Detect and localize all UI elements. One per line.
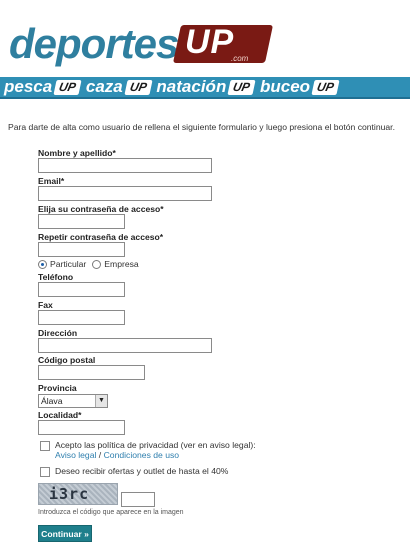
intro-text: Para darte de alta como usuario de relle… — [8, 122, 395, 132]
banner-up-badge: UP — [227, 79, 256, 95]
password-field[interactable] — [38, 214, 125, 229]
privacy-links: Aviso legal / Condiciones de uso — [55, 450, 256, 460]
banner-up-badge: UP — [311, 79, 340, 95]
banner-item-natacion[interactable]: natación UP — [156, 77, 256, 97]
province-label: Provincia — [38, 383, 77, 393]
privacy-text-block: Acepto las política de privacidad (ver e… — [55, 440, 256, 460]
address-label: Dirección — [38, 328, 78, 338]
email-label: Email* — [38, 176, 65, 186]
banner-word: pesca — [4, 77, 53, 96]
password-repeat-label: Repetir contraseña de acceso* — [38, 232, 164, 242]
name-label: Nombre y apellido* — [38, 148, 116, 158]
terms-of-use-link[interactable]: Condiciones de uso — [104, 450, 180, 460]
privacy-checkbox[interactable] — [40, 441, 50, 451]
legal-notice-link[interactable]: Aviso legal — [55, 450, 96, 460]
banner-up-badge: UP — [124, 79, 153, 95]
phone-field[interactable] — [38, 282, 125, 297]
captcha-image: i3rc — [38, 483, 118, 505]
postal-label: Código postal — [38, 355, 96, 365]
province-selected-value: Álava — [41, 396, 63, 406]
chevron-down-icon: ▼ — [95, 395, 107, 407]
logo-word: deportes — [9, 20, 179, 67]
continue-button[interactable]: Continuar » — [38, 525, 92, 542]
address-field[interactable] — [38, 338, 212, 353]
password-label: Elija su contraseña de acceso* — [38, 204, 164, 214]
privacy-text: Acepto las política de privacidad (ver e… — [55, 440, 256, 450]
banner-item-pesca[interactable]: pesca UP — [4, 77, 82, 97]
privacy-checkbox-row: Acepto las política de privacidad (ver e… — [40, 440, 256, 460]
phone-label: Teléfono — [38, 272, 74, 282]
radio-empresa-label: Empresa — [104, 259, 139, 269]
banner-word: caza — [85, 77, 123, 96]
logo-com-text: .com — [231, 54, 249, 63]
account-type-group: Particular Empresa — [38, 259, 145, 269]
banner-word: natación — [156, 77, 227, 96]
offers-text: Deseo recibir ofertas y outlet de hasta … — [55, 466, 229, 476]
locality-label: Localidad* — [38, 410, 82, 420]
banner-up-badge: UP — [53, 79, 82, 95]
province-select[interactable]: Álava ▼ — [38, 394, 108, 408]
banner-item-buceo[interactable]: buceo UP — [260, 77, 340, 97]
email-field[interactable] — [38, 186, 212, 201]
radio-empresa[interactable] — [92, 259, 102, 269]
site-logo[interactable]: deportes UP .com — [9, 20, 274, 68]
password-repeat-field[interactable] — [38, 242, 125, 257]
captcha-field[interactable] — [121, 492, 155, 507]
banner-item-caza[interactable]: caza UP — [85, 77, 153, 97]
logo-up-text: UP — [185, 23, 235, 61]
name-field[interactable] — [38, 158, 212, 173]
sections-banner: pesca UP caza UP natación UP buceo UP — [0, 77, 410, 99]
fax-label: Fax — [38, 300, 53, 310]
fax-field[interactable] — [38, 310, 125, 325]
radio-particular[interactable] — [38, 259, 47, 269]
radio-particular-label: Particular — [50, 259, 87, 269]
privacy-links-separator: / — [96, 450, 104, 460]
postal-field[interactable] — [38, 365, 145, 380]
offers-checkbox[interactable] — [40, 467, 50, 477]
captcha-code: i3rc — [49, 485, 90, 503]
offers-checkbox-row: Deseo recibir ofertas y outlet de hasta … — [40, 466, 228, 477]
locality-field[interactable] — [38, 420, 125, 435]
banner-word: buceo — [260, 77, 311, 96]
captcha-hint: Introduzca el código que aparece en la i… — [38, 509, 184, 516]
